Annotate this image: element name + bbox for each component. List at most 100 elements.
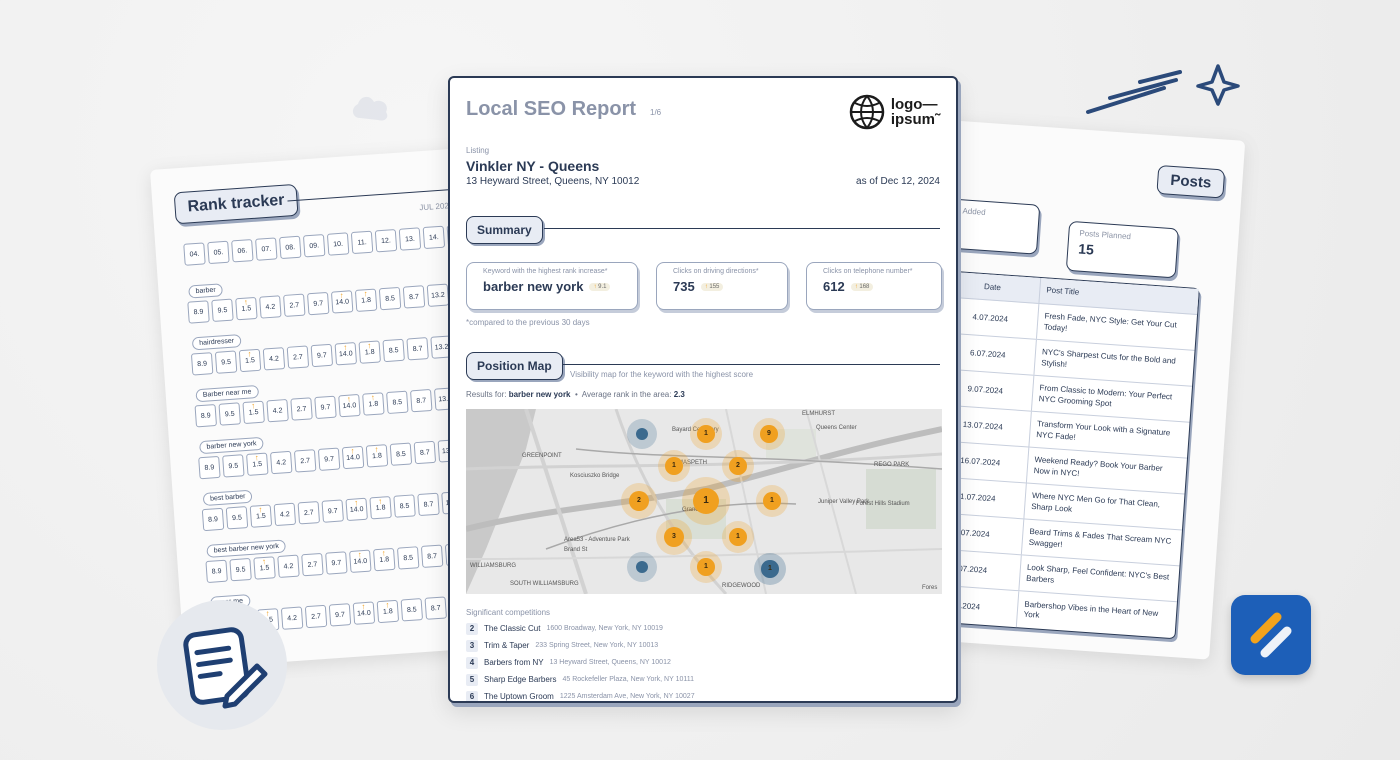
rank-value-cell: 1.8 [362,392,385,416]
rank-value-cell: 2.7 [290,397,313,421]
map-label: RIDGEWOOD [722,583,761,589]
summary-card-value: barber new york [483,279,584,294]
rank-value-cell: 4.2 [277,554,300,579]
keyword-tag: barber [188,283,224,299]
date-header-cell: 06. [231,239,254,263]
map-label: Brand St [564,547,588,553]
increase-badge: 155 [700,282,724,291]
rank-value-cell: 8.5 [386,390,409,415]
rank-value-cell: 14.0 [334,342,358,366]
results-prefix: Results for: [466,390,507,399]
competitor-name: Barbers from NY [484,658,544,667]
rank-value-cell: 8.9 [190,352,214,376]
summary-card-keyword: Keyword with the highest rank increase* … [466,262,638,310]
map-rank-marker[interactable]: 1 [729,528,747,546]
summary-card-directions: Clicks on driving directions* 735 155 [656,262,788,310]
rank-value-cell: 1.8 [365,444,389,468]
comparison-note: *compared to the previous 30 days [466,318,590,327]
rank-value-cell: 8.7 [424,596,448,620]
rank-value-cell: 4.2 [266,398,289,423]
map-rank-marker[interactable]: 1 [763,492,781,510]
posts-table: Date Post Title 4.07.2024 Fresh Fade, NYC… [920,270,1200,640]
listing-label: Listing [466,146,490,155]
competitor-name: Trim & Taper [484,641,530,650]
date-header-cell: 13. [398,227,422,251]
competitor-rank: 3 [466,639,478,652]
competitor-address: 1225 Amsterdam Ave, New York, NY 10027 [559,693,695,700]
date-header-cell: 09. [302,234,326,258]
competitor-item: 5 Sharp Edge Barbers 45 Rockefeller Plaza,… [466,671,695,688]
rank-value-cell: 9.5 [225,506,249,530]
date-header-cell: 14. [422,225,446,250]
rank-value-cell: 8.5 [382,338,405,363]
rank-value-cell: 9.5 [211,298,234,322]
competitor-item: 3 Trim & Taper 233 Spring Street, New York… [466,637,695,654]
droplet-icon [352,96,388,121]
rank-value-cell: 2.7 [301,552,324,577]
map-rank-marker[interactable]: 1 [761,560,779,578]
results-line: Results for: barber new york • Average r… [466,390,685,399]
map-label: Area53 - Adventure Park [564,537,630,543]
rank-increase-badge: 9.1 [589,282,611,291]
map-label: WILLIAMSBURG [470,563,517,569]
rank-value-cell: 2.7 [286,345,310,369]
posts-planned-card: Posts Planned 15 [1065,220,1179,279]
competitor-address: 45 Rockefeller Plaza, New York, NY 10111 [562,676,695,683]
competitors-list: 2 The Classic Cut 1600 Broadway, New York,… [466,620,695,701]
rank-value-cell: 8.7 [410,388,433,413]
rank-value-cell: 9.7 [310,343,334,368]
keyword-tag: best barber [202,489,253,507]
rank-value-cell: 2.7 [283,293,306,317]
app-logo-mark [1250,612,1292,658]
rank-value-cell: 8.9 [198,455,221,480]
competitor-address: 13 Heyward Street, Queens, NY 10012 [549,659,671,666]
rank-value-cell: 4.2 [259,295,282,319]
divider [562,364,940,365]
map-label: Queens Center [816,425,857,431]
rank-value-cell: 8.5 [400,598,424,622]
rank-value-cell: 9.7 [306,291,330,316]
rank-value-cell: 9.5 [218,402,241,426]
average-rank-prefix: Average rank in the area: [581,390,672,399]
rank-value-cell: 1.5 [253,556,276,580]
map-rank-marker[interactable]: 9 [760,425,778,443]
rank-value-cell: 1.5 [235,296,258,321]
competitor-item: 6 The Uptown Groom 1225 Amsterdam Ave, New… [466,688,695,701]
rank-value-cell: 14.0 [345,497,368,522]
date-header-cell: 11. [350,230,374,255]
rank-value-cell: 8.9 [187,300,210,324]
rank-value-cell: 9.7 [328,603,352,627]
rank-value-cell: 9.5 [229,557,252,582]
map-rank-marker[interactable]: 1 [697,558,715,576]
date-header-cell: 04. [183,242,206,266]
map-marker-dot [636,428,648,440]
position-map-subtitle: Visibility map for the keyword with the … [570,370,754,379]
average-rank-value: 2.3 [673,390,685,399]
rank-value-cell: 9.5 [222,454,245,478]
date-header-cell: 10. [326,232,350,256]
rank-value-cell: 8.5 [378,286,402,311]
position-map[interactable]: ELMHURST GREENPOINT MASPETH REGO PARK Kosciu… [466,409,942,594]
rank-tracker-title: Rank tracker [173,183,299,225]
rank-value-cell: 9.7 [321,499,344,523]
competitor-address: 1600 Broadway, New York, NY 10019 [546,625,663,632]
map-rank-marker[interactable]: 1 [697,425,715,443]
rank-value-cell: 8.5 [393,494,416,518]
map-rank-marker[interactable]: 2 [629,491,649,511]
keyword-tag: Barber near me [195,384,259,403]
rank-value-cell: 8.5 [389,442,413,466]
results-keyword: barber new york [508,390,571,399]
listing-address: 13 Heyward Street, Queens, NY 10012 [466,176,640,187]
sparkle-icon [1086,64,1240,114]
summary-card-value: 612 [823,279,845,294]
report-title: Local SEO Report [466,98,637,120]
summary-card-telephone: Clicks on telephone number* 612 168 [806,262,942,310]
map-rank-marker[interactable]: 2 [729,457,747,475]
competitor-rank: 2 [466,622,478,635]
map-rank-marker[interactable]: 1 [665,457,683,475]
company-logo: logo— ipsum˜ [849,94,940,130]
rank-value-cell: 9.7 [317,447,341,471]
map-rank-marker[interactable]: 3 [664,527,684,547]
summary-card-label: Clicks on telephone number* [823,268,913,275]
rank-value-cell: 2.7 [293,449,317,473]
